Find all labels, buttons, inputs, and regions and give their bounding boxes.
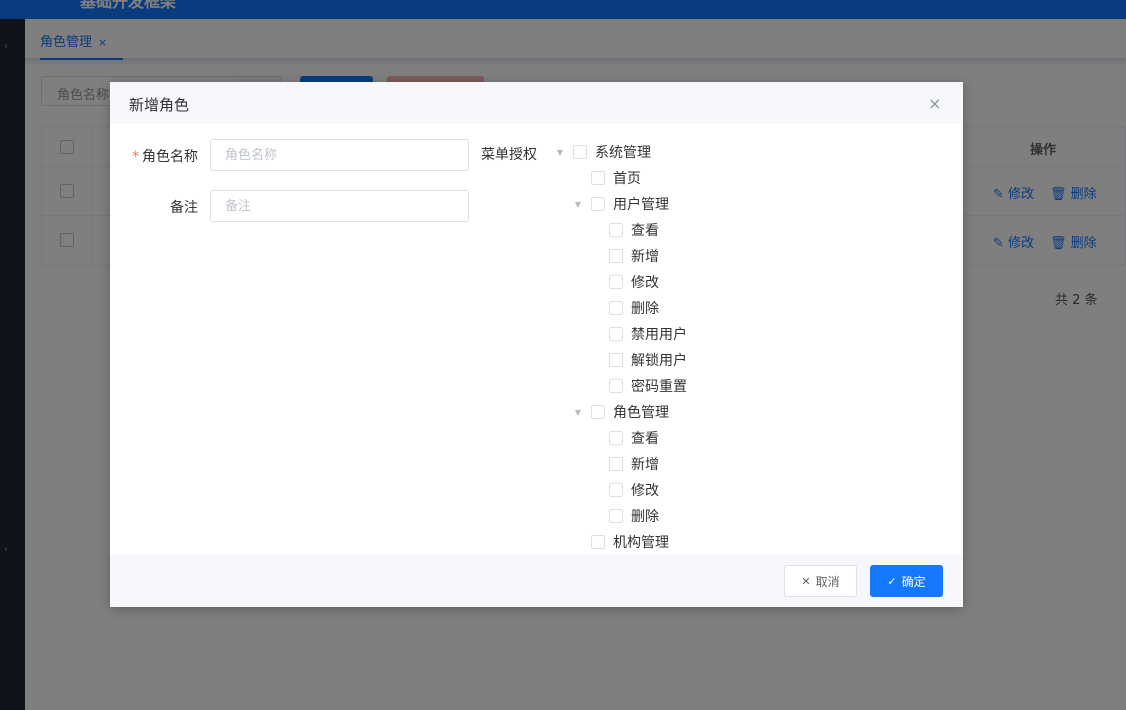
tree-node-label: 解锁用户 (631, 353, 687, 369)
tree-node-label: 修改 (631, 275, 659, 291)
tree-node[interactable]: ▼删除 (591, 295, 659, 321)
required-mark: * (132, 149, 139, 165)
role-name-label-text: 角色名称 (142, 149, 198, 165)
tree-checkbox[interactable] (609, 431, 623, 445)
tree-node-label: 首页 (613, 171, 641, 187)
remark-input[interactable] (210, 190, 469, 222)
tree-node-label: 角色管理 (613, 405, 669, 421)
tree-node[interactable]: ▼禁用用户 (591, 321, 687, 347)
tree-checkbox[interactable] (609, 223, 623, 237)
tree-node-label: 查看 (631, 431, 659, 447)
menu-auth-label: 菜单授权 (481, 147, 537, 163)
cancel-button[interactable]: ✕ 取消 (784, 565, 857, 597)
tree-node-label: 删除 (631, 509, 659, 525)
tree-node[interactable]: ▼密码重置 (591, 373, 687, 399)
tree-node-label: 查看 (631, 223, 659, 239)
tree-checkbox[interactable] (591, 197, 605, 211)
tree-checkbox[interactable] (609, 249, 623, 263)
tree-node[interactable]: ▼删除 (591, 503, 659, 529)
close-icon: ✕ (801, 574, 811, 588)
caret-down-icon[interactable]: ▼ (573, 408, 583, 417)
tree-checkbox[interactable] (609, 483, 623, 497)
dialog-title: 新增角色 (129, 96, 190, 114)
tree-node[interactable]: ▼ 系统管理 (555, 139, 651, 165)
tree-checkbox[interactable] (609, 301, 623, 315)
tree-node[interactable]: ▼新增 (591, 451, 659, 477)
cancel-label: 取消 (815, 574, 840, 589)
tree-node-label: 机构管理 (613, 535, 669, 551)
tree-checkbox[interactable] (609, 457, 623, 471)
tree-checkbox[interactable] (573, 145, 587, 159)
tree-node-label: 系统管理 (595, 145, 651, 161)
remark-label: 备注 (170, 200, 198, 216)
tree-node-label: 新增 (631, 457, 659, 473)
role-name-input[interactable] (210, 139, 469, 171)
menu-tree: ▼系统管理▼首页▼用户管理▼查看▼新增▼修改▼删除▼禁用用户▼解锁用户▼密码重置… (555, 139, 955, 555)
confirm-button[interactable]: ✓ 确定 (870, 565, 943, 597)
tree-node-label: 用户管理 (613, 197, 669, 213)
tree-node-label: 新增 (631, 249, 659, 265)
tree-checkbox[interactable] (609, 509, 623, 523)
tree-checkbox[interactable] (591, 405, 605, 419)
dialog-header: 新增角色 × (110, 82, 963, 124)
tree-node[interactable]: ▼机构管理 (573, 529, 669, 555)
tree-checkbox[interactable] (591, 171, 605, 185)
tree-checkbox[interactable] (591, 535, 605, 549)
dialog-footer: ✕ 取消 ✓ 确定 (110, 555, 963, 607)
tree-node[interactable]: ▼查看 (591, 425, 659, 451)
tree-node-label: 密码重置 (631, 379, 687, 395)
tree-checkbox[interactable] (609, 379, 623, 393)
tree-node[interactable]: ▼修改 (591, 477, 659, 503)
tree-checkbox[interactable] (609, 353, 623, 367)
tree-node[interactable]: ▼修改 (591, 269, 659, 295)
add-role-dialog: 新增角色 × *角色名称 备注 菜单授权 ▼系统管理▼首页▼用户管理▼查看▼新增… (110, 82, 963, 607)
tree-node[interactable]: ▼首页 (573, 165, 641, 191)
tree-node-label: 删除 (631, 301, 659, 317)
caret-down-icon[interactable]: ▼ (573, 200, 583, 209)
tree-node-label: 修改 (631, 483, 659, 499)
close-icon[interactable]: × (928, 94, 941, 113)
tree-node[interactable]: ▼ 角色管理 (573, 399, 669, 425)
tree-checkbox[interactable] (609, 327, 623, 341)
tree-checkbox[interactable] (609, 275, 623, 289)
tree-node[interactable]: ▼解锁用户 (591, 347, 687, 373)
confirm-label: 确定 (901, 574, 926, 589)
tree-node[interactable]: ▼查看 (591, 217, 659, 243)
check-icon: ✓ (887, 574, 897, 588)
tree-node-label: 禁用用户 (631, 327, 687, 343)
caret-down-icon[interactable]: ▼ (555, 148, 565, 157)
tree-node[interactable]: ▼新增 (591, 243, 659, 269)
tree-node[interactable]: ▼ 用户管理 (573, 191, 669, 217)
role-name-label: * 角色名称 (118, 146, 198, 166)
